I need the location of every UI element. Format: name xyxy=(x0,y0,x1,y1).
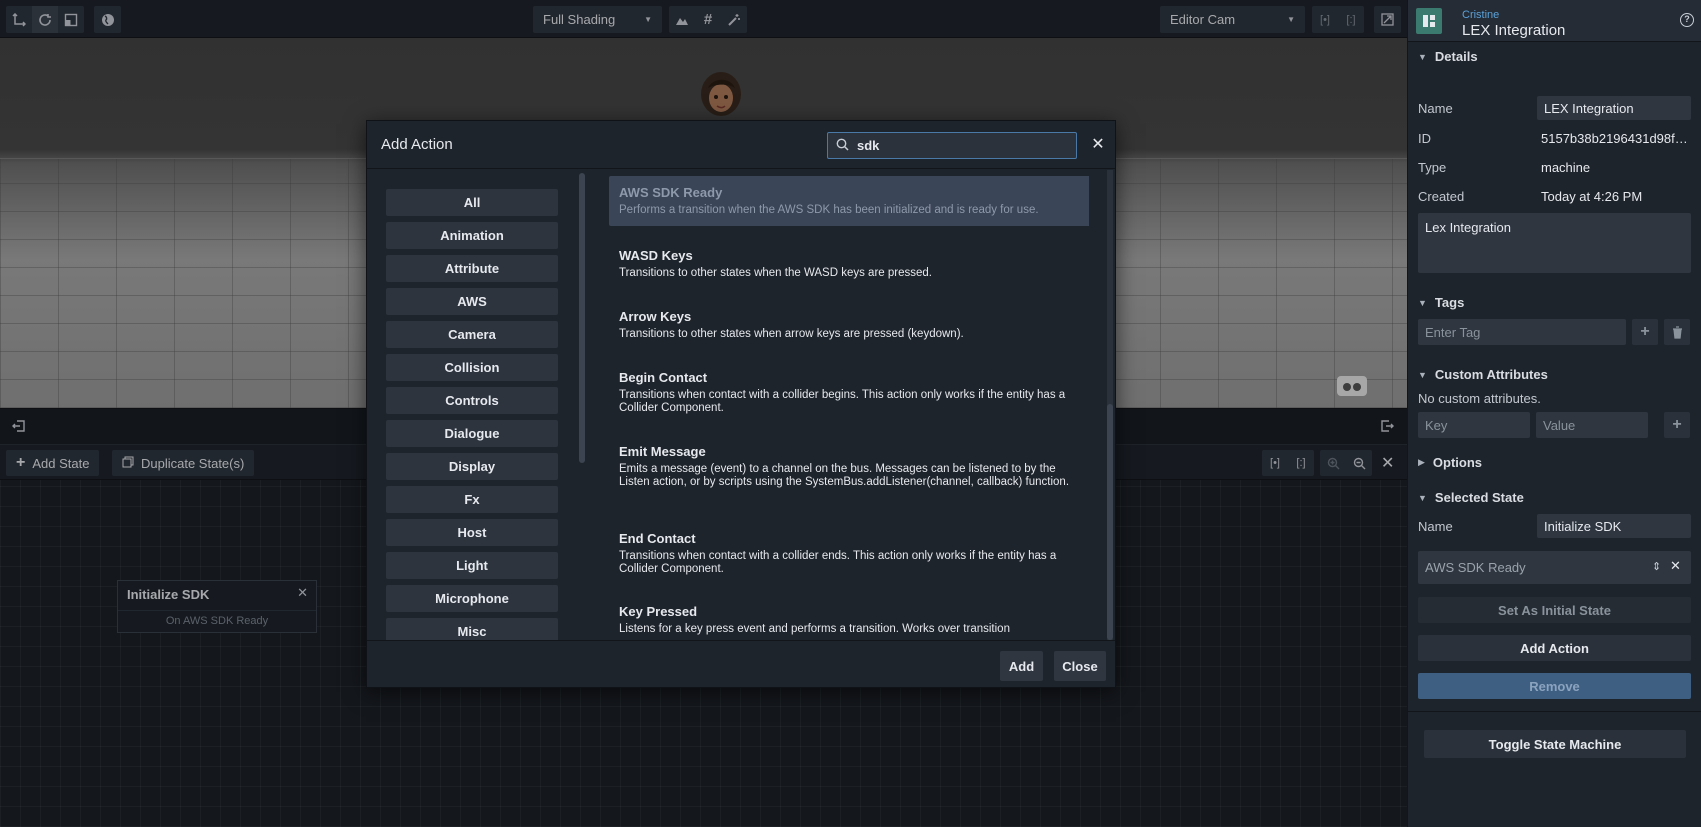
name-label: Name xyxy=(1418,101,1453,116)
type-value: machine xyxy=(1541,160,1591,175)
no-attributes-text: No custom attributes. xyxy=(1418,391,1541,406)
description-field[interactable]: Lex Integration xyxy=(1418,213,1691,273)
category-button[interactable]: Fx xyxy=(386,486,558,513)
state-action-label: AWS SDK Ready xyxy=(1425,560,1526,575)
add-attribute-icon[interactable]: + xyxy=(1664,412,1690,438)
close-icon[interactable]: ✕ xyxy=(1089,134,1107,154)
attribute-value-input[interactable]: Value xyxy=(1536,412,1648,438)
tags-heading: Tags xyxy=(1434,295,1465,310)
search-input[interactable] xyxy=(857,138,1057,153)
tag-input[interactable]: Enter Tag xyxy=(1418,319,1626,345)
state-name-field[interactable]: Initialize SDK xyxy=(1537,514,1691,538)
action-item[interactable]: AWS SDK Ready Performs a transition when … xyxy=(609,176,1089,226)
state-action-row[interactable]: AWS SDK Ready xyxy=(1418,551,1691,584)
expanded-icon: ▼ xyxy=(1418,51,1427,62)
category-button[interactable]: All xyxy=(386,189,558,216)
category-list: All Animation Attribute AWS Camera Collision C… xyxy=(367,170,587,640)
set-initial-state-button[interactable]: Set As Initial State xyxy=(1418,597,1691,623)
id-value: 5157b38b2196431d98f… xyxy=(1541,131,1688,146)
toggle-state-machine-button[interactable]: Toggle State Machine xyxy=(1424,730,1686,758)
details-heading: Details xyxy=(1434,49,1478,64)
created-label: Created xyxy=(1418,189,1465,204)
action-description: Performs a transition when the AWS SDK h… xyxy=(619,204,1039,216)
expanded-icon: ▼ xyxy=(1418,369,1427,380)
action-title: Emit Message xyxy=(619,444,706,459)
dialog-header: Add Action ✕ xyxy=(367,121,1115,169)
action-title: Begin Contact xyxy=(619,370,708,385)
panel-divider xyxy=(1408,711,1701,712)
action-search-box[interactable] xyxy=(827,132,1077,159)
owner-name[interactable]: Cristine xyxy=(1462,9,1499,21)
action-description: Emits a message (event) to a channel on … xyxy=(619,463,1070,488)
category-button[interactable]: Attribute xyxy=(386,255,558,282)
remove-action-icon[interactable]: ✕ xyxy=(1670,558,1681,574)
category-button[interactable]: Display xyxy=(386,453,558,480)
action-description: Transitions when contact with a collider… xyxy=(619,389,1066,414)
details-section-header[interactable]: ▼ Details xyxy=(1418,49,1478,64)
inspector-header: Cristine LEX Integration ? xyxy=(1408,0,1701,42)
action-item[interactable]: Emit Message Emits a message (event) to a… xyxy=(609,435,1089,498)
id-label: ID xyxy=(1418,131,1431,146)
category-button[interactable]: Microphone xyxy=(386,585,558,612)
collapsed-icon: ▶ xyxy=(1418,457,1425,467)
add-action-dialog: Add Action ✕ All Animation Attribute AWS Cam… xyxy=(366,120,1116,688)
tags-section-header[interactable]: ▼ Tags xyxy=(1418,295,1464,310)
action-title: Key Pressed xyxy=(619,604,698,619)
attribute-key-input[interactable]: Key xyxy=(1418,412,1530,438)
action-title: WASD Keys xyxy=(619,248,693,263)
dialog-footer: Add Close xyxy=(367,640,1115,688)
close-button[interactable]: Close xyxy=(1054,651,1106,681)
selected-state-header[interactable]: ▼ Selected State xyxy=(1418,490,1524,505)
options-heading: Options xyxy=(1432,455,1483,470)
reorder-icon[interactable]: ⇕ xyxy=(1652,560,1661,573)
category-button[interactable]: AWS xyxy=(386,288,558,315)
action-description: Transitions when contact with a collider… xyxy=(619,550,1057,575)
asset-title: LEX Integration xyxy=(1462,22,1566,39)
category-button[interactable]: Dialogue xyxy=(386,420,558,447)
action-item[interactable]: Key Pressed Listens for a key press event… xyxy=(609,595,1089,640)
action-list: AWS SDK Ready Performs a transition when … xyxy=(589,170,1089,640)
category-button[interactable]: Camera xyxy=(386,321,558,348)
custom-attributes-heading: Custom Attributes xyxy=(1434,367,1548,382)
custom-attributes-header[interactable]: ▼ Custom Attributes xyxy=(1418,367,1548,382)
action-description: Transitions to other states when the WAS… xyxy=(619,267,932,279)
category-button[interactable]: Host xyxy=(386,519,558,546)
state-machine-icon xyxy=(1416,8,1442,34)
category-scrollbar[interactable] xyxy=(579,173,585,463)
category-button[interactable]: Animation xyxy=(386,222,558,249)
expanded-icon: ▼ xyxy=(1418,492,1427,503)
action-item[interactable]: End Contact Transitions when contact with… xyxy=(609,522,1089,585)
action-scrollbar[interactable] xyxy=(1107,404,1113,640)
inspector-panel: Cristine LEX Integration ? ▼ Details Name… xyxy=(1407,0,1701,827)
help-icon[interactable]: ? xyxy=(1680,13,1694,27)
add-tag-icon[interactable]: + xyxy=(1632,319,1658,345)
selected-state-heading: Selected State xyxy=(1434,490,1524,505)
type-label: Type xyxy=(1418,160,1447,175)
action-item[interactable]: Arrow Keys Transitions to other states wh… xyxy=(609,300,1089,350)
options-section-header[interactable]: ▶ Options xyxy=(1418,455,1482,470)
action-item[interactable]: WASD Keys Transitions to other states whe… xyxy=(609,239,1089,289)
delete-tag-icon[interactable] xyxy=(1664,319,1690,345)
dialog-title: Add Action xyxy=(381,136,453,153)
category-button[interactable]: Misc xyxy=(386,618,558,640)
expanded-icon: ▼ xyxy=(1418,297,1427,308)
category-button[interactable]: Light xyxy=(386,552,558,579)
created-value: Today at 4:26 PM xyxy=(1541,189,1643,204)
remove-state-button[interactable]: Remove xyxy=(1418,673,1691,699)
action-description: Listens for a key press event and perfor… xyxy=(619,623,1010,635)
action-title: AWS SDK Ready xyxy=(619,185,723,200)
category-button[interactable]: Collision xyxy=(386,354,558,381)
state-name-label: Name xyxy=(1418,519,1453,534)
action-title: End Contact xyxy=(619,531,696,546)
action-title: Arrow Keys xyxy=(619,309,692,324)
category-button[interactable]: Controls xyxy=(386,387,558,414)
action-item[interactable]: Begin Contact Transitions when contact wi… xyxy=(609,361,1089,424)
search-icon xyxy=(836,138,849,154)
name-field[interactable]: LEX Integration xyxy=(1537,96,1691,120)
add-button[interactable]: Add xyxy=(1000,651,1043,681)
action-description: Transitions to other states when arrow k… xyxy=(619,328,964,340)
add-action-button[interactable]: Add Action xyxy=(1418,635,1691,661)
